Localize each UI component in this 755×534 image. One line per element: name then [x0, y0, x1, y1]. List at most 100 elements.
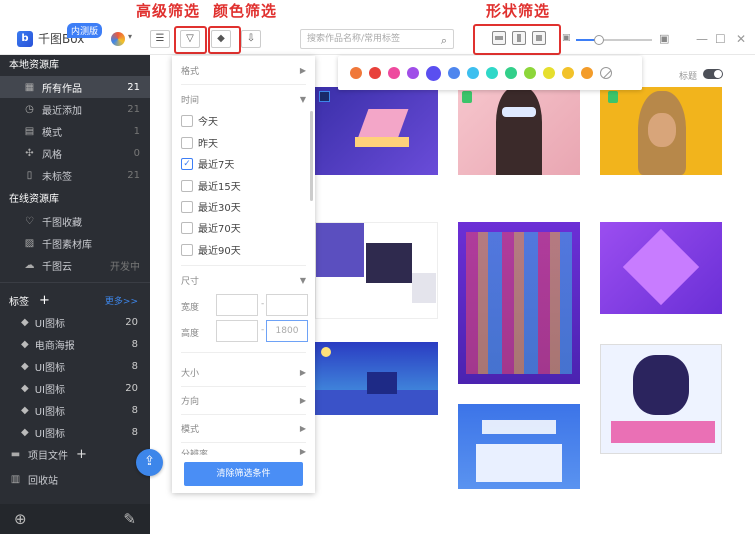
tag-item[interactable]: ◆ UI图标 8: [0, 399, 150, 421]
filter-size-kind-row[interactable]: 大小 ▶: [181, 366, 306, 379]
color-swatch-gold[interactable]: [562, 67, 574, 79]
upload-button[interactable]: ⇪: [136, 449, 163, 476]
isometric-shape: [622, 228, 700, 306]
sidebar-item-cloud[interactable]: ☁ 千图云 开发中: [0, 254, 150, 276]
sidebar-item-untagged[interactable]: ▯ 未标签 21: [0, 164, 150, 186]
color-swatch-lime[interactable]: [524, 67, 536, 79]
sidebar-item-recent[interactable]: ◷ 最近添加 21: [0, 98, 150, 120]
time-option-30days[interactable]: 最近30天: [181, 199, 241, 214]
color-swatch-sky[interactable]: [467, 67, 479, 79]
width-min-input[interactable]: [216, 294, 258, 316]
search-icon[interactable]: ⌕: [441, 32, 447, 50]
zoom-slider-knob[interactable]: [594, 35, 604, 45]
sidebar-item-template[interactable]: ▤ 模式 1: [0, 120, 150, 142]
list-view-button[interactable]: ☰: [150, 30, 170, 48]
zoom-slider[interactable]: [576, 35, 652, 45]
minimize-icon[interactable]: —: [696, 32, 708, 46]
avatar-dropdown-icon[interactable]: ▾: [128, 32, 132, 41]
color-swatch-orange[interactable]: [350, 67, 362, 79]
filter-orientation-row[interactable]: 方向 ▶: [181, 394, 306, 407]
checkbox[interactable]: [181, 179, 193, 192]
headline-shape: [482, 420, 556, 434]
time-option-90days[interactable]: 最近90天: [181, 242, 241, 257]
tag-item[interactable]: ◆ UI图标 20: [0, 311, 150, 333]
import-icon: ⇩: [246, 33, 256, 44]
checkbox[interactable]: [181, 200, 193, 213]
color-swatch-blue[interactable]: [448, 67, 460, 79]
checkbox[interactable]: [181, 136, 193, 149]
sidebar-item-all-works[interactable]: ▦ 所有作品 21: [0, 76, 150, 98]
filter-resolution-label: 分辨率: [181, 450, 209, 455]
sidebar-item-count: 21: [127, 103, 140, 115]
thumbnail-curly-hair-woman[interactable]: [600, 87, 722, 175]
color-swatch-none-icon[interactable]: [600, 67, 612, 79]
checkbox[interactable]: [181, 243, 193, 256]
thumbnail-japanese-poster[interactable]: [600, 344, 722, 454]
checkbox-checked[interactable]: ✓: [181, 157, 193, 170]
edit-icon[interactable]: ✎: [123, 510, 136, 528]
time-option-7days[interactable]: ✓ 最近7天: [181, 156, 234, 171]
sidebar-item-material-library[interactable]: ▨ 千图素材库: [0, 232, 150, 254]
time-option-yesterday[interactable]: 昨天: [181, 135, 218, 150]
thumbnail-communications-landing[interactable]: [458, 404, 580, 489]
thumbnail-web-layout[interactable]: [315, 222, 438, 319]
tag-item[interactable]: ◆ UI图标 20: [0, 377, 150, 399]
filter-size-row[interactable]: 尺寸 ▼: [181, 274, 306, 287]
option-label: 今天: [198, 117, 218, 128]
thumbnail-isometric-office[interactable]: [315, 87, 438, 175]
time-option-15days[interactable]: 最近15天: [181, 178, 241, 193]
thumbnail-woman-glasses[interactable]: [458, 87, 580, 175]
color-swatch-amber[interactable]: [581, 67, 593, 79]
tag-item[interactable]: ◆ UI图标 8: [0, 421, 150, 443]
clear-filters-button[interactable]: 清除筛选条件: [184, 462, 303, 486]
color-swatch-purple[interactable]: [407, 67, 419, 79]
add-project-icon[interactable]: +: [76, 447, 87, 462]
user-avatar[interactable]: [111, 32, 125, 46]
option-label: 昨天: [198, 139, 218, 150]
illustration-shape: [357, 109, 409, 139]
close-icon[interactable]: ✕: [736, 32, 746, 46]
filter-mode-row[interactable]: 模式 ▶: [181, 422, 306, 435]
checkbox[interactable]: [181, 114, 193, 127]
ai-badge-icon: [608, 91, 618, 103]
width-max-input[interactable]: [266, 294, 308, 316]
color-swatch-yellow[interactable]: [543, 67, 555, 79]
color-swatch-indigo[interactable]: [426, 65, 441, 81]
color-swatch-cyan[interactable]: [486, 67, 498, 79]
small-image-icon: ▣: [562, 33, 571, 43]
checkbox[interactable]: [181, 221, 193, 234]
import-button[interactable]: ⇩: [241, 30, 261, 48]
sidebar-item-recycle-bin[interactable]: ▥ 回收站: [0, 468, 150, 490]
color-swatch-pink[interactable]: [388, 67, 400, 79]
title-toggle-switch[interactable]: [703, 69, 723, 79]
add-circle-icon[interactable]: ⊕: [14, 510, 27, 528]
layout-block: [316, 223, 364, 277]
color-swatch-red[interactable]: [369, 67, 381, 79]
add-tag-icon[interactable]: +: [39, 293, 50, 308]
height-min-input[interactable]: [216, 320, 258, 342]
sidebar-item-count: 1: [133, 125, 140, 137]
sidebar-item-style[interactable]: ✣ 风格 0: [0, 142, 150, 164]
tags-header-label: 标签: [9, 296, 29, 308]
height-max-input[interactable]: 1800: [266, 320, 308, 342]
thumbnail-isometric-room[interactable]: [600, 222, 722, 314]
tag-item[interactable]: ◆ 电商海报 8: [0, 333, 150, 355]
time-option-today[interactable]: 今天: [181, 113, 218, 128]
sidebar-item-project-files[interactable]: ▬ 项目文件 +: [0, 443, 150, 465]
thumbnail-night-town[interactable]: [315, 342, 438, 415]
filter-format-row[interactable]: 格式 ▶: [181, 64, 306, 77]
color-swatch-green[interactable]: [505, 67, 517, 79]
filter-scrollbar[interactable]: [310, 111, 313, 201]
tags-more-link[interactable]: 更多>>: [105, 294, 138, 307]
tag-label: UI图标: [34, 428, 65, 440]
tag-item[interactable]: ◆ UI图标 8: [0, 355, 150, 377]
filter-resolution-row[interactable]: 分辨率 ▶: [181, 447, 306, 455]
sidebar-item-favorites[interactable]: ♡ 千图收藏: [0, 210, 150, 232]
recycle-bin-label: 回收站: [28, 475, 58, 487]
thumbnail-icon-grid[interactable]: [458, 222, 580, 384]
time-option-70days[interactable]: 最近70天: [181, 220, 241, 235]
maximize-icon[interactable]: ☐: [715, 32, 726, 46]
search-input[interactable]: 搜索作品名称/常用标签 ⌕: [300, 29, 454, 49]
filter-time-row[interactable]: 时间 ▼: [181, 93, 306, 106]
chevron-right-icon: ▶: [299, 368, 306, 377]
